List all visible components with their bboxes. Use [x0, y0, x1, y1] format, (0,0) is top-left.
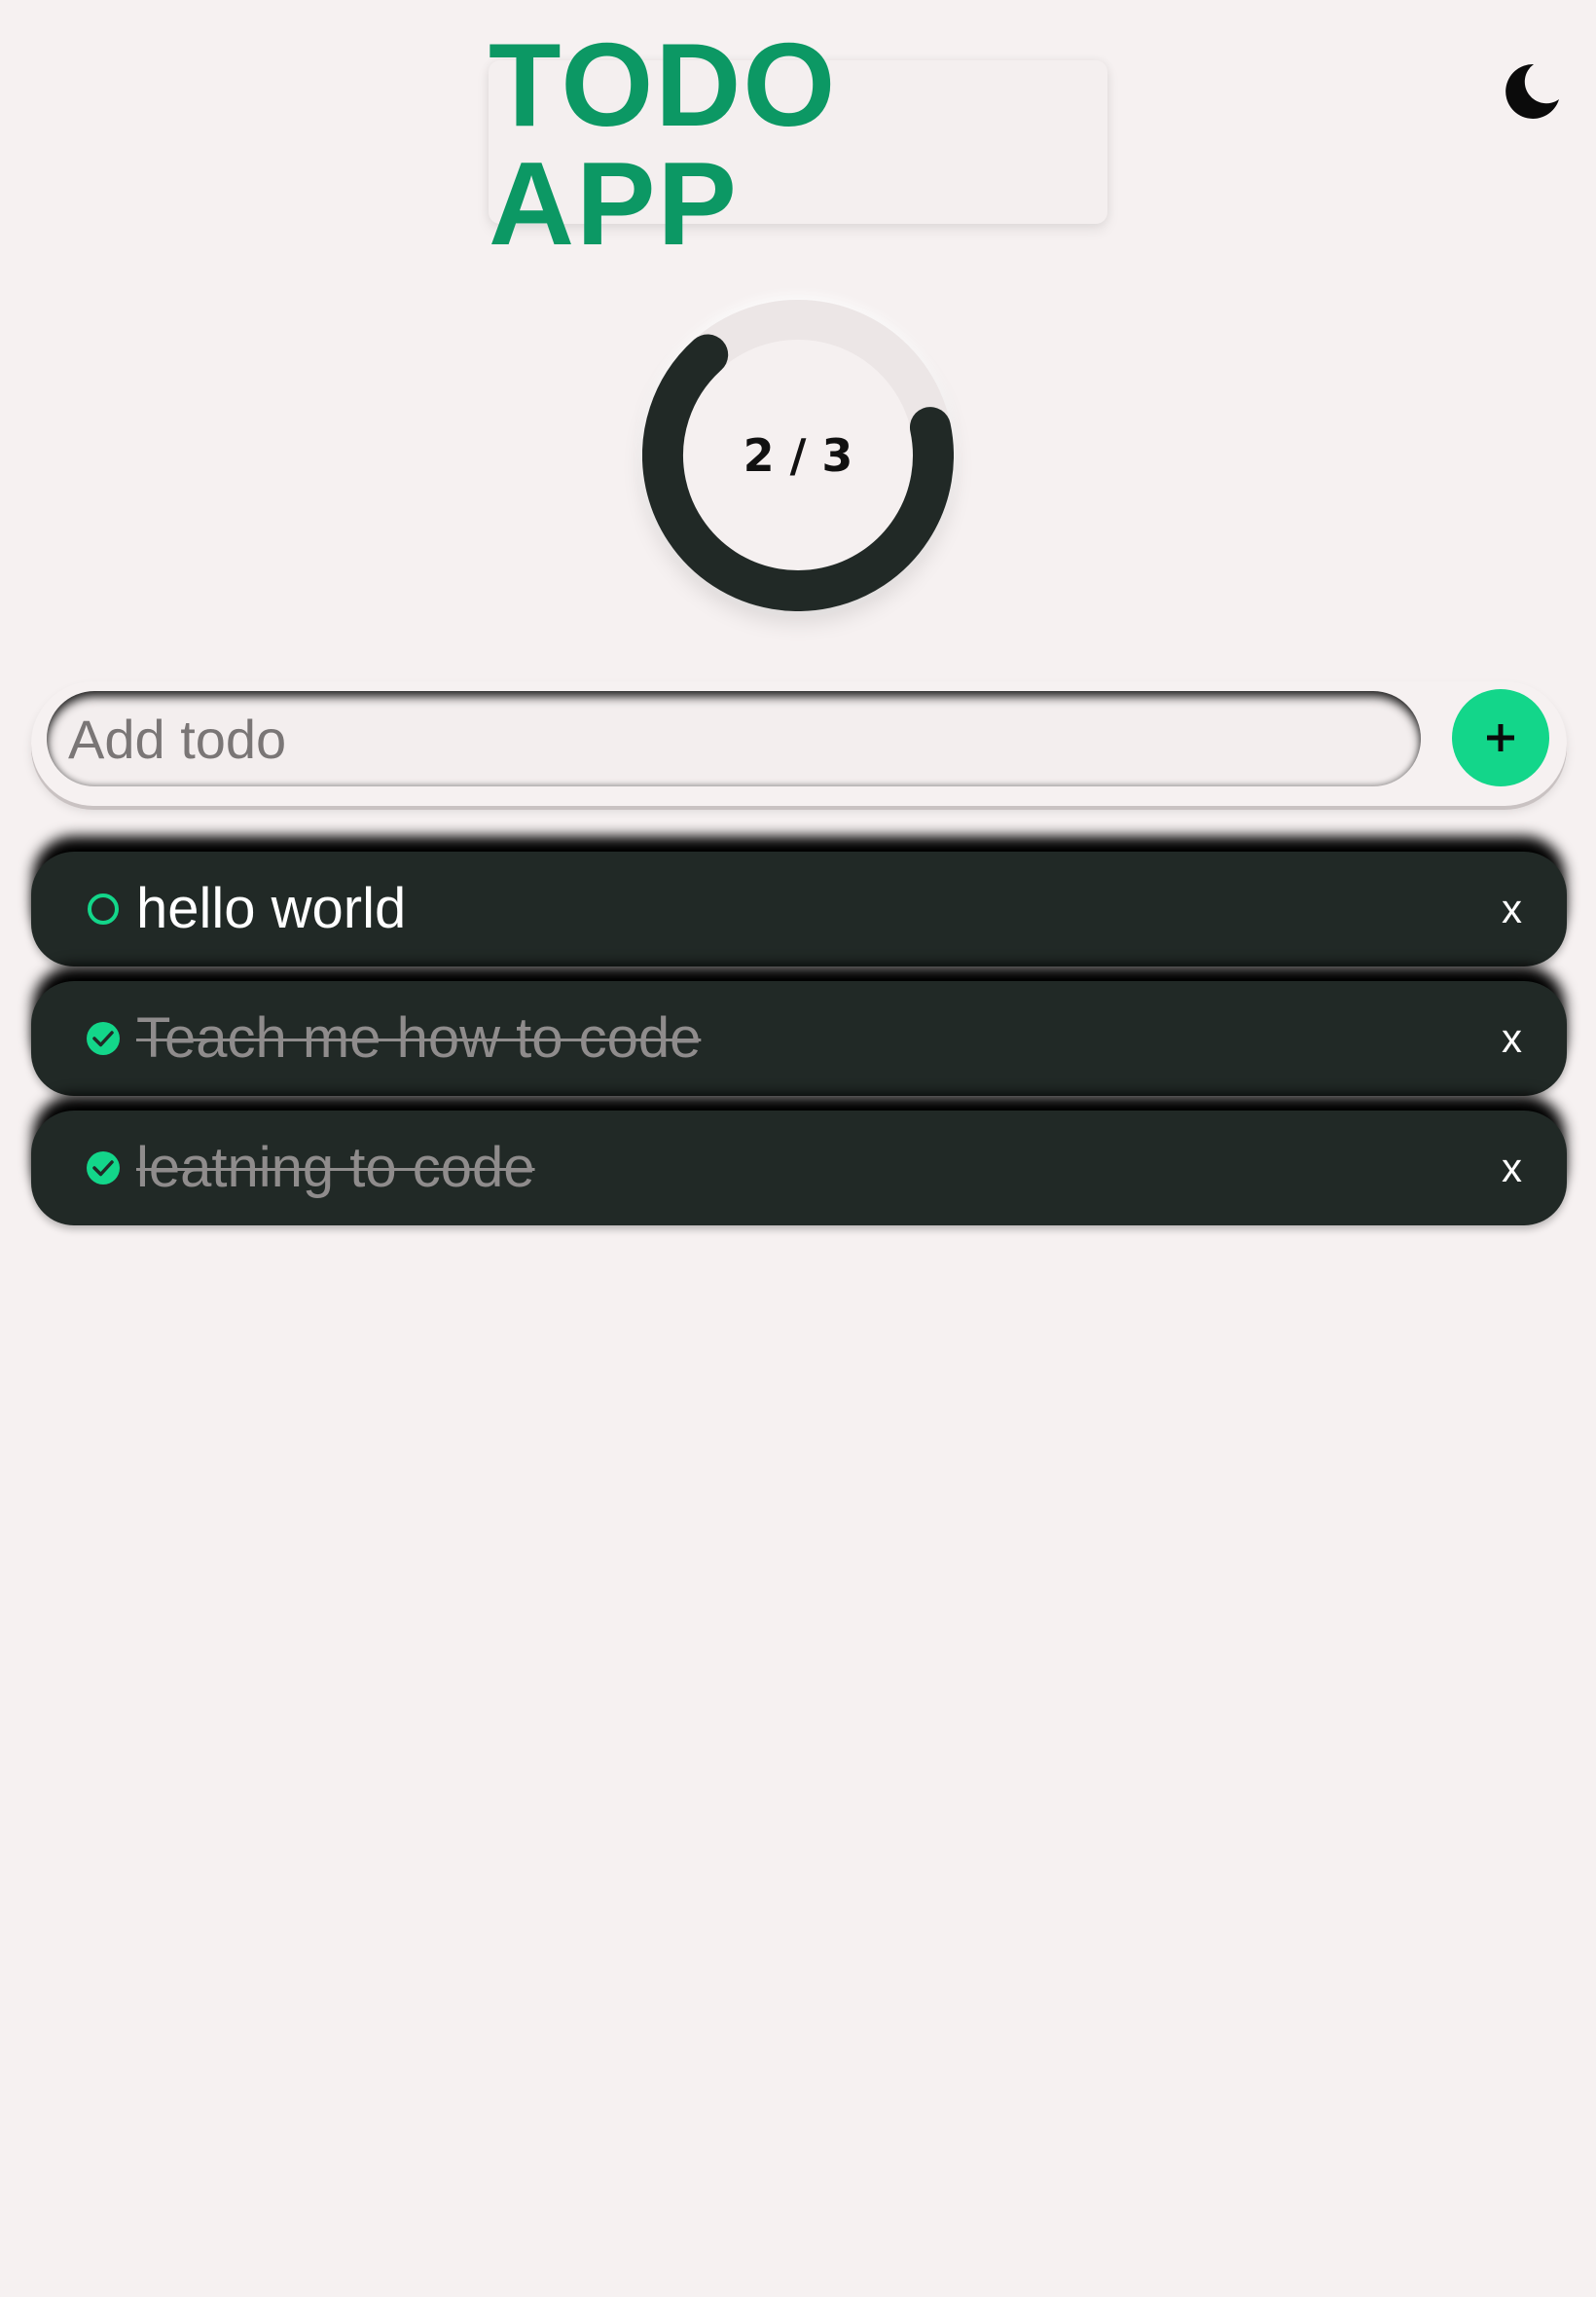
title-card: TODO APP [489, 25, 1107, 263]
todo-label: leatning to code [136, 1136, 535, 1199]
theme-toggle-button[interactable] [1501, 60, 1563, 123]
progress-count: 2 / 3 [743, 429, 853, 482]
page-title: TODO APP [489, 18, 838, 270]
plus-icon [1487, 724, 1514, 751]
check-circle-icon [87, 1151, 120, 1185]
todo-item: Teach me how to code x [31, 981, 1567, 1096]
moon-icon [1505, 63, 1559, 119]
add-todo-button[interactable] [1452, 689, 1549, 786]
delete-todo-button[interactable]: x [1494, 981, 1530, 1096]
todo-status-toggle[interactable] [86, 1150, 121, 1185]
todo-label: Teach me how to code [136, 1006, 702, 1070]
todo-status-toggle[interactable] [86, 892, 121, 927]
todo-status-toggle[interactable] [86, 1021, 121, 1056]
todo-item: hello world x [31, 852, 1567, 966]
todo-app: TODO APP 2 / 3 hello world x [0, 0, 1596, 2297]
todo-item: leatning to code x [31, 1111, 1567, 1225]
circle-icon [88, 893, 119, 925]
todo-label: hello world [136, 877, 407, 940]
progress-ring: 2 / 3 [642, 300, 954, 611]
delete-todo-button[interactable]: x [1494, 852, 1530, 966]
delete-todo-button[interactable]: x [1494, 1111, 1530, 1225]
add-todo-input[interactable] [47, 691, 1421, 786]
check-circle-icon [87, 1022, 120, 1055]
